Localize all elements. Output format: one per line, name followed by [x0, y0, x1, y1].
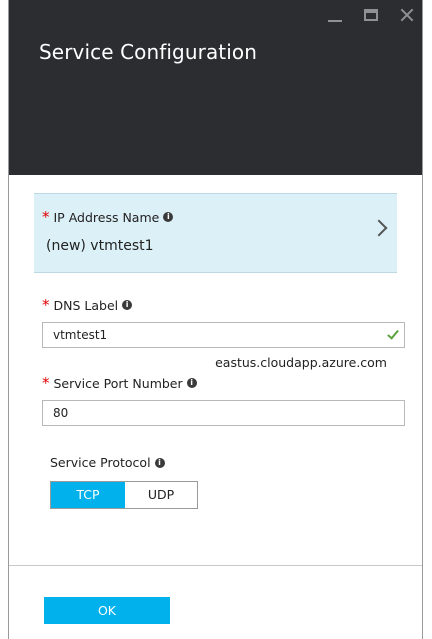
service-port-value: 80 — [53, 406, 69, 420]
footer-divider — [9, 565, 422, 566]
service-port-input[interactable]: 80 — [42, 400, 405, 426]
ip-address-label-row: * IP Address Name i — [42, 208, 174, 226]
minimize-icon[interactable] — [328, 9, 342, 22]
required-marker: * — [42, 374, 50, 392]
protocol-toggle: TCP UDP — [50, 481, 198, 509]
port-label-row: * Service Port Number i — [42, 374, 197, 392]
ip-address-label: IP Address Name — [53, 209, 160, 225]
tcp-option[interactable]: TCP — [51, 482, 125, 508]
protocol-label-row: Service Protocol i — [50, 455, 165, 470]
udp-option[interactable]: UDP — [125, 482, 197, 508]
service-configuration-blade: Service Configuration * IP Address Name … — [8, 0, 423, 639]
close-icon[interactable] — [400, 8, 414, 22]
required-marker: * — [42, 296, 50, 314]
dns-label-input[interactable]: vtmtest1 — [42, 322, 405, 348]
info-icon[interactable]: i — [163, 212, 174, 222]
dns-suffix: eastus.cloudapp.azure.com — [215, 355, 387, 370]
checkmark-icon — [387, 327, 399, 340]
ip-address-value: (new) vtmtest1 — [46, 238, 154, 254]
dns-label: DNS Label — [53, 297, 119, 313]
dns-label-value: vtmtest1 — [53, 328, 108, 342]
maximize-icon[interactable] — [364, 9, 378, 21]
window-controls — [328, 8, 414, 22]
page-title: Service Configuration — [39, 40, 258, 64]
chevron-right-icon — [370, 219, 388, 237]
blade-header: Service Configuration — [9, 0, 422, 175]
required-marker: * — [42, 208, 50, 226]
ok-button[interactable]: OK — [44, 597, 170, 624]
info-icon[interactable]: i — [122, 300, 133, 310]
ip-address-selector[interactable]: * IP Address Name i (new) vtmtest1 — [34, 193, 397, 273]
port-label: Service Port Number — [53, 375, 183, 391]
protocol-label: Service Protocol — [50, 455, 151, 470]
info-icon[interactable]: i — [154, 457, 165, 468]
dns-label-row: * DNS Label i — [42, 296, 133, 314]
info-icon[interactable]: i — [186, 378, 197, 388]
